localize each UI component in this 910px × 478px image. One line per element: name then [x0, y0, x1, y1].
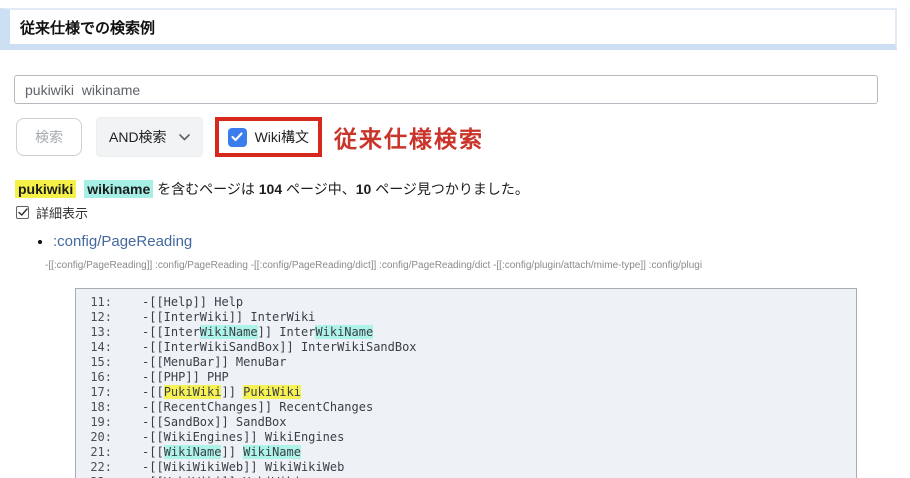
code-segment: -[[ — [142, 385, 164, 399]
search-mode-value: AND検索 — [109, 127, 167, 147]
code-block: 11: -[[Help]] Help 12: -[[InterWiki]] Inter… — [75, 288, 857, 478]
code-segment: ]] — [221, 385, 243, 399]
list-item: :config/PageReading -[[:config/PageReadi… — [53, 232, 910, 276]
detail-display-label[interactable]: 詳細表示 — [36, 203, 88, 222]
code-segment: -[[InterWikiSandBox]] InterWikiSandBox — [142, 340, 417, 354]
line-number: 13: — [84, 325, 112, 340]
code-line: 22: -[[WikiWikiWeb]] WikiWikiWeb — [84, 460, 848, 475]
code-segment: -[[Help]] Help — [142, 295, 243, 309]
wiki-syntax-checkbox[interactable] — [228, 128, 247, 147]
line-number: 18: — [84, 400, 112, 415]
code-line: 16: -[[PHP]] PHP — [84, 370, 848, 385]
result-page-link[interactable]: :config/PageReading — [53, 233, 192, 250]
code-line: 18: -[[RecentChanges]] RecentChanges — [84, 400, 848, 415]
line-number: 11: — [84, 295, 112, 310]
code-segment: ]] — [221, 445, 243, 459]
detail-display-checkbox[interactable] — [16, 206, 29, 219]
found-pages-count: 10 — [356, 181, 372, 197]
highlighted-code-segment: WikiName — [243, 445, 301, 459]
highlighted-code-segment: WikiName — [315, 325, 373, 339]
code-segment: -[[WikiEngines]] WikiEngines — [142, 430, 344, 444]
search-term-1: pukiwiki — [15, 180, 76, 198]
highlighted-code-segment: PukiWiki — [164, 385, 222, 399]
result-excerpt: -[[:config/PageReading]] :config/PageRea… — [45, 256, 903, 276]
line-number: 21: — [84, 445, 112, 460]
page-title: 従来仕様での検索例 — [0, 8, 897, 50]
code-segment: -[[MenuBar]] MenuBar — [142, 355, 287, 369]
code-segment: -[[WikiWikiWeb]] WikiWikiWeb — [142, 460, 344, 474]
line-number: 12: — [84, 310, 112, 325]
code-line: 17:-[[PukiWiki]] PukiWiki — [84, 385, 848, 400]
detail-display-row: 詳細表示 — [16, 203, 910, 222]
line-number: 14: — [84, 340, 112, 355]
line-number: 19: — [84, 415, 112, 430]
code-line: 15: -[[MenuBar]] MenuBar — [84, 355, 848, 370]
code-segment: -[[InterWiki]] InterWiki — [142, 310, 315, 324]
line-number: 15: — [84, 355, 112, 370]
search-result-summary: pukiwiki wikiname を含むページは 104 ページ中、10 ページ… — [15, 179, 910, 199]
line-number: 22: — [84, 460, 112, 475]
code-line: 20: -[[WikiEngines]] WikiEngines — [84, 430, 848, 445]
code-line: 14: -[[InterWikiSandBox]] InterWikiSandBo… — [84, 340, 848, 355]
line-number: 17: — [84, 385, 112, 400]
summary-text-of: ページ中、 — [282, 181, 356, 197]
line-number: 20: — [84, 430, 112, 445]
code-line: 19: -[[SandBox]] SandBox — [84, 415, 848, 430]
search-controls: 検索 AND検索 Wiki構文 従来仕様検索 — [16, 117, 910, 157]
chevron-down-icon — [179, 134, 190, 141]
code-line: 13:-[[InterWikiName]] InterWikiName — [84, 325, 848, 340]
code-segment: -[[SandBox]] SandBox — [142, 415, 287, 429]
summary-text-found: ページ見つかりました。 — [371, 181, 529, 197]
code-line: 21:-[[WikiName]] WikiName — [84, 445, 848, 460]
wiki-syntax-highlight-box: Wiki構文 — [215, 117, 322, 157]
total-pages-count: 104 — [259, 181, 282, 197]
code-segment: -[[RecentChanges]] RecentChanges — [142, 400, 373, 414]
code-segment: ]] Inter — [258, 325, 316, 339]
check-icon — [18, 208, 28, 217]
code-segment: -[[Inter — [142, 325, 200, 339]
search-mode-select[interactable]: AND検索 — [96, 117, 203, 157]
code-line: 12: -[[InterWiki]] InterWiki — [84, 310, 848, 325]
search-input[interactable] — [14, 75, 878, 104]
result-list: :config/PageReading -[[:config/PageReadi… — [0, 232, 910, 276]
highlighted-code-segment: PukiWiki — [243, 385, 301, 399]
search-term-2: wikiname — [84, 180, 153, 198]
code-segment: -[[PHP]] PHP — [142, 370, 229, 384]
code-segment: -[[ — [142, 445, 164, 459]
wiki-syntax-label[interactable]: Wiki構文 — [255, 127, 309, 147]
summary-text-contains: を含むページは — [153, 181, 259, 197]
highlighted-code-segment: WikiName — [164, 445, 222, 459]
search-button[interactable]: 検索 — [16, 118, 82, 156]
code-line: 11: -[[Help]] Help — [84, 295, 848, 310]
line-number: 16: — [84, 370, 112, 385]
highlighted-code-segment: WikiName — [200, 325, 258, 339]
check-icon — [231, 132, 243, 142]
legacy-search-annotation: 従来仕様検索 — [334, 120, 484, 154]
